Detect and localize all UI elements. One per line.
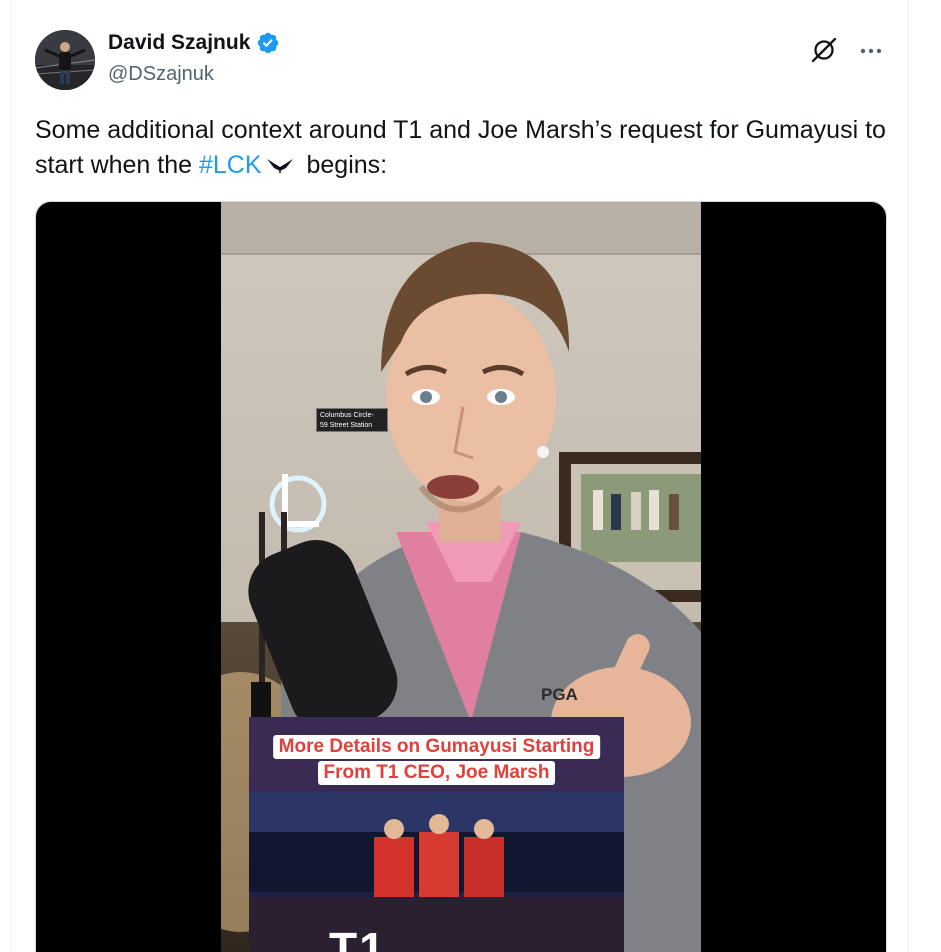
tweet-text-part1: Some additional context around T1 and Jo… <box>35 116 886 179</box>
brand-text: T1 <box>329 923 387 952</box>
tweet-text: Some additional context around T1 and Jo… <box>35 113 895 183</box>
author-name-row[interactable]: David Szajnuk <box>108 31 280 55</box>
station-sign-line1: Columbus Circle- <box>320 412 374 419</box>
more-options-icon[interactable] <box>858 38 884 64</box>
caption-line-1: More Details on Gumayusi Starting <box>272 735 601 759</box>
column-border-left <box>10 0 11 952</box>
lck-hashflag-icon <box>266 149 294 173</box>
hashtag-link[interactable]: #LCK <box>199 151 262 179</box>
station-sign-line2: 59 Street Station <box>320 422 373 429</box>
display-name[interactable]: David Szajnuk <box>108 31 250 55</box>
avatar[interactable] <box>35 30 95 90</box>
shirt-logo: PGA <box>541 685 578 704</box>
column-border-right <box>908 0 909 952</box>
tweet-text-part2: begins: <box>306 151 388 179</box>
verified-badge-icon[interactable] <box>256 31 280 55</box>
background-station-sign: Columbus Circle- 59 Street Station <box>316 408 388 432</box>
author-handle[interactable]: @DSzajnuk <box>108 63 214 86</box>
tweet-page: David Szajnuk @DSzajnuk Some additional … <box>0 0 941 952</box>
video-player[interactable]: Columbus Circle- 59 Street Station PGA M… <box>35 201 887 952</box>
caption-line-2: From T1 CEO, Joe Marsh <box>317 761 556 785</box>
grok-icon[interactable] <box>810 36 838 64</box>
video-caption-overlay: More Details on Gumayusi Starting From T… <box>249 717 624 952</box>
